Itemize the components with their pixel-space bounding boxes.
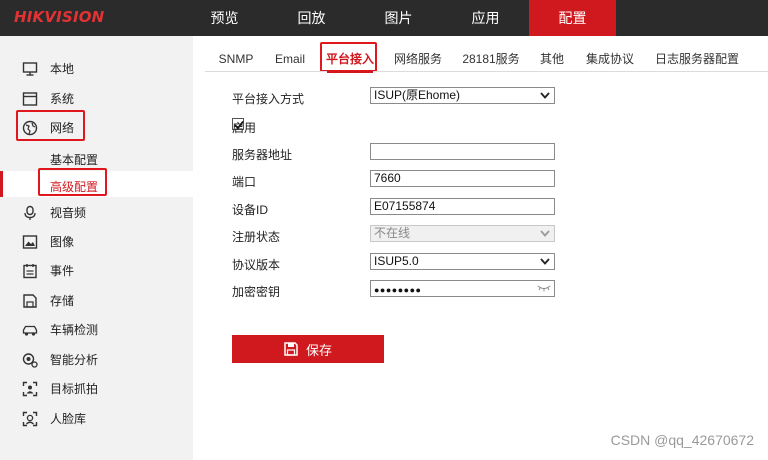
tab-snmp[interactable]: SNMP (213, 44, 259, 72)
sidebar-item-system[interactable]: 系统 (0, 84, 193, 113)
sidebar-subitem-label: 高级配置 (50, 180, 99, 194)
storage-icon (23, 293, 37, 308)
sidebar-item-label: 本地 (50, 62, 75, 76)
tab-network-service[interactable]: 网络服务 (393, 44, 443, 72)
nav-preview[interactable]: 预览 (181, 0, 268, 36)
registration-status-value: 不在线 (374, 226, 411, 240)
image-icon (22, 234, 38, 249)
sidebar-item-target[interactable]: 目标抓拍 (0, 374, 193, 403)
sidebar-item-label: 图像 (50, 235, 75, 249)
row-server-address: 服务器地址 (232, 143, 562, 162)
row-device-id: 设备ID E07155874 (232, 198, 562, 217)
sidebar-item-event[interactable]: 事件 (0, 256, 193, 285)
sidebar-item-video-audio[interactable]: 视音频 (0, 198, 193, 227)
sidebar-subitem-label: 基本配置 (50, 153, 99, 167)
sidebar-item-network[interactable]: 网络 (0, 113, 193, 142)
globe-icon (22, 120, 38, 135)
encryption-key-input[interactable]: ●●●●●●●● (370, 280, 555, 297)
car-icon (22, 325, 38, 336)
nav-application[interactable]: 应用 (442, 0, 529, 36)
active-indicator (0, 171, 3, 197)
protocol-version-select[interactable]: ISUP5.0 (370, 253, 555, 270)
device-id-label: 设备ID (232, 203, 269, 217)
tab-active-underline (327, 71, 373, 73)
row-port: 端口 7660 (232, 170, 562, 189)
registration-status-label: 注册状态 (232, 230, 281, 244)
sidebar-item-label: 事件 (50, 264, 75, 278)
watermark-text: CSDN @qq_42670672 (610, 432, 754, 448)
save-button-label: 保存 (305, 342, 332, 358)
access-mode-select[interactable]: ISUP(原Ehome) (370, 87, 555, 104)
sidebar-subitem-basic[interactable]: 基本配置 (0, 144, 193, 170)
monitor-icon (22, 61, 38, 76)
config-tabs: SNMP Email 平台接入 网络服务 28181服务 其他 集成协议 日志服… (205, 44, 768, 73)
sidebar: 本地 系统 网络 基本配置 高级配置 视音频 图像 事件 存储 车辆检测 智能分… (0, 36, 193, 460)
row-enable: 启用 (232, 116, 562, 135)
main-nav: 预览 回放 图片 应用 配置 (181, 0, 616, 36)
sidebar-item-label: 视音频 (50, 206, 87, 220)
encryption-key-label: 加密密钥 (232, 285, 281, 299)
sidebar-item-face[interactable]: 人脸库 (0, 404, 193, 433)
calendar-icon (23, 263, 37, 278)
brand-logo: HIKVISION (14, 8, 105, 26)
tab-label: 平台接入 (325, 52, 374, 66)
port-label: 端口 (232, 175, 257, 189)
sidebar-item-local[interactable]: 本地 (0, 54, 193, 83)
sidebar-item-label: 智能分析 (50, 353, 99, 367)
sidebar-item-label: 目标抓拍 (50, 382, 99, 396)
sidebar-item-storage[interactable]: 存储 (0, 286, 193, 315)
tab-email[interactable]: Email (269, 44, 311, 72)
row-registration-status: 注册状态 不在线 (232, 225, 562, 244)
tab-other[interactable]: 其他 (538, 44, 566, 72)
device-id-input[interactable]: E07155874 (370, 198, 555, 215)
row-protocol-version: 协议版本 ISUP5.0 (232, 253, 562, 272)
tab-28181-service[interactable]: 28181服务 (461, 44, 521, 72)
eye-closed-icon[interactable] (537, 284, 551, 292)
row-access-mode: 平台接入方式 ISUP(原Ehome) (232, 87, 562, 106)
port-input[interactable]: 7660 (370, 170, 555, 187)
sidebar-item-label: 车辆检测 (50, 323, 99, 337)
nav-picture[interactable]: 图片 (355, 0, 442, 36)
tab-log-server[interactable]: 日志服务器配置 (655, 44, 739, 72)
protocol-version-value: ISUP5.0 (374, 254, 419, 268)
tab-platform-access[interactable]: 平台接入 (323, 44, 377, 73)
sidebar-item-label: 系统 (50, 92, 75, 106)
tab-integration-protocol[interactable]: 集成协议 (585, 44, 635, 72)
face-icon (22, 411, 38, 426)
sidebar-item-label: 人脸库 (50, 412, 87, 426)
protocol-version-label: 协议版本 (232, 258, 281, 272)
sidebar-subitem-advanced[interactable]: 高级配置 (0, 171, 193, 197)
smart-analysis-icon (22, 352, 38, 368)
sidebar-item-label: 网络 (50, 121, 75, 135)
chevron-down-icon (540, 258, 550, 265)
chevron-down-icon (540, 92, 550, 99)
sidebar-item-vehicle[interactable]: 车辆检测 (0, 315, 193, 344)
enable-label: 启用 (232, 121, 257, 135)
nav-playback[interactable]: 回放 (268, 0, 355, 36)
registration-status-select: 不在线 (370, 225, 555, 242)
sidebar-item-smart[interactable]: 智能分析 (0, 345, 193, 374)
capture-icon (22, 381, 38, 396)
nav-configuration[interactable]: 配置 (529, 0, 616, 36)
row-encryption-key: 加密密钥 ●●●●●●●● (232, 280, 562, 299)
window-icon (22, 91, 38, 106)
top-bar: HIKVISION 预览 回放 图片 应用 配置 (0, 0, 768, 36)
access-mode-value: ISUP(原Ehome) (374, 88, 461, 102)
server-address-input[interactable] (370, 143, 555, 160)
sidebar-item-image[interactable]: 图像 (0, 227, 193, 256)
save-icon (284, 342, 298, 356)
server-address-label: 服务器地址 (232, 148, 293, 162)
sidebar-item-label: 存储 (50, 294, 75, 308)
save-button[interactable]: 保存 (232, 335, 384, 363)
chevron-down-icon (540, 230, 550, 237)
encryption-key-value: ●●●●●●●● (374, 285, 422, 295)
microphone-icon (24, 205, 36, 220)
access-mode-label: 平台接入方式 (232, 92, 305, 106)
